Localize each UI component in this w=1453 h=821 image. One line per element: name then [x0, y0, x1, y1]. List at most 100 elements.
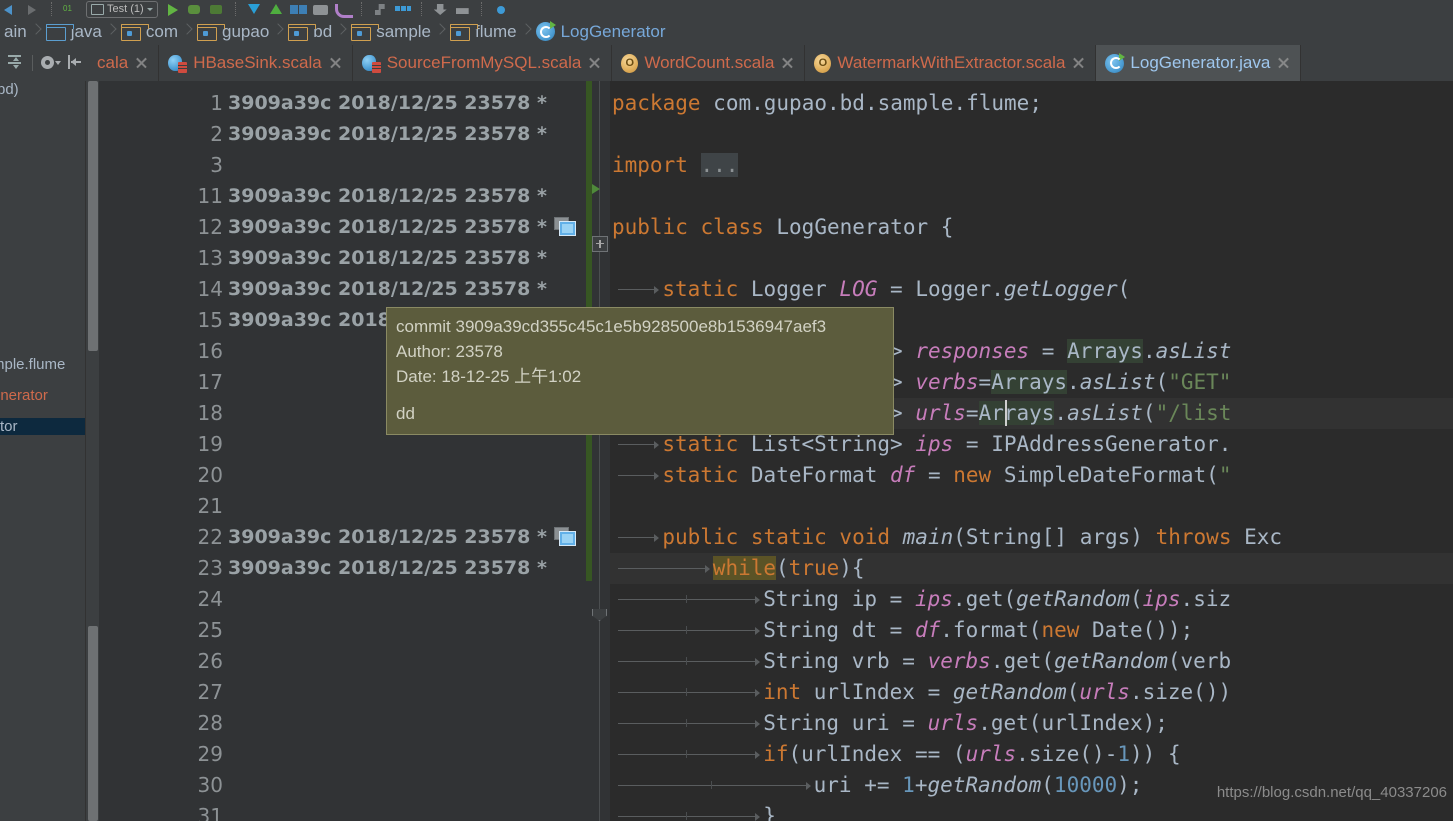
annotation-row[interactable]: 29 — [99, 739, 586, 770]
structure-icon[interactable] — [392, 1, 414, 17]
editor-tab-wordcount[interactable]: WordCount.scala — [612, 45, 806, 81]
code-line[interactable]: static Logger LOG = Logger.getLogger( — [610, 274, 1453, 305]
debug-icon[interactable] — [184, 1, 206, 17]
breadcrumb-item-gupao[interactable]: gupao — [193, 22, 273, 42]
annotation-gutter[interactable]: 1 3909a39c 2018/12/25 23578 * 2 3909a39c 20… — [99, 81, 586, 821]
annotation-row[interactable]: 22 3909a39c 2018/12/25 23578 * — [99, 522, 586, 553]
close-icon[interactable] — [587, 56, 602, 71]
settings-icon[interactable] — [452, 1, 474, 17]
blame-annotation[interactable]: 3909a39c 2018/12/25 23578 * — [228, 181, 547, 212]
project-tool-window[interactable]: -bd) mple.flume enerator tor — [0, 81, 85, 821]
close-icon[interactable] — [328, 56, 343, 71]
annotation-row[interactable]: 2 3909a39c 2018/12/25 23578 * — [99, 119, 586, 150]
annotation-row[interactable]: 30 — [99, 770, 586, 801]
code-line[interactable]: package com.gupao.bd.sample.flume; — [610, 88, 1453, 119]
blame-annotation[interactable]: 3909a39c 2018/12/25 23578 * — [228, 88, 547, 119]
show-diff-icon[interactable] — [554, 217, 576, 236]
blame-annotation[interactable]: 3909a39c 2018/12/25 23578 * — [228, 243, 547, 274]
hide-panel-icon[interactable] — [64, 52, 86, 74]
code-line[interactable]: String dt = df.format(new Date()); — [610, 615, 1453, 646]
code-line[interactable]: import ... — [610, 150, 1453, 181]
annotation-row[interactable]: 12 3909a39c 2018/12/25 23578 * — [99, 212, 586, 243]
annotation-row[interactable]: 26 — [99, 646, 586, 677]
scrollbar-thumb-lower[interactable] — [88, 626, 98, 821]
code-line[interactable]: while(true){ — [610, 553, 1453, 584]
editor-tab-hbasesink[interactable]: HBaseSink.scala — [159, 45, 353, 81]
code-line[interactable]: String ip = ips.get(getRandom(ips.siz — [610, 584, 1453, 615]
editor-tab-sourcefrommysql[interactable]: SourceFromMySQL.scala — [352, 45, 613, 81]
download-icon[interactable] — [430, 1, 452, 17]
code-line[interactable] — [610, 491, 1453, 522]
editor-tab-bar[interactable]: cala HBaseSink.scala SourceFromMySQL.sca… — [0, 45, 1453, 81]
gear-dropdown-icon[interactable] — [39, 52, 61, 74]
code-line[interactable] — [610, 243, 1453, 274]
annotation-row[interactable]: 20 — [99, 460, 586, 491]
code-editor[interactable]: package com.gupao.bd.sample.flume; import… — [610, 81, 1453, 821]
annotation-row[interactable]: 14 3909a39c 2018/12/25 23578 * — [99, 274, 586, 305]
code-line[interactable] — [610, 181, 1453, 212]
code-line[interactable]: String vrb = verbs.get(getRandom(verb — [610, 646, 1453, 677]
annotation-row[interactable]: 25 — [99, 615, 586, 646]
editor-tab-scala-clipped[interactable]: cala — [97, 45, 160, 81]
code-line[interactable]: String uri = urls.get(urlIndex); — [610, 708, 1453, 739]
make-project-icon[interactable]: 01 — [60, 1, 82, 17]
project-item-class[interactable]: enerator — [0, 387, 48, 404]
code-line[interactable]: public static void main(String[] args) t… — [610, 522, 1453, 553]
run-gutter-icon[interactable] — [592, 184, 600, 194]
blame-annotation[interactable]: 3909a39c 2018/12/25 23578 * — [228, 553, 547, 584]
annotation-row[interactable]: 28 — [99, 708, 586, 739]
breadcrumb-item-flume[interactable]: flume — [446, 22, 521, 42]
scrollbar-thumb[interactable] — [88, 81, 98, 351]
annotation-row[interactable]: 24 — [99, 584, 586, 615]
code-line[interactable]: if(urlIndex == (urls.size()-1)) { — [610, 739, 1453, 770]
blame-annotation[interactable]: 3909a39c 2018/12/25 23578 * — [228, 119, 547, 150]
annotation-row[interactable]: 11 3909a39c 2018/12/25 23578 * — [99, 181, 586, 212]
close-icon[interactable] — [780, 56, 795, 71]
editor-tab-watermarkwithextractor[interactable]: WatermarkWithExtractor.scala — [805, 45, 1097, 81]
code-line[interactable]: } — [610, 801, 1453, 821]
close-icon[interactable] — [134, 56, 149, 71]
annotation-row[interactable]: 27 — [99, 677, 586, 708]
annotation-row[interactable]: 3 — [99, 150, 586, 181]
code-line[interactable]: int urlIndex = getRandom(urls.size()) — [610, 677, 1453, 708]
rollback-icon[interactable] — [310, 1, 332, 17]
collapse-all-icon[interactable] — [4, 52, 26, 74]
breadcrumb[interactable]: ain java com gupao bd sample flume LogGe… — [0, 18, 1453, 46]
code-line[interactable] — [610, 119, 1453, 150]
project-panel-scrollbar[interactable] — [85, 81, 100, 821]
breadcrumb-item-bd[interactable]: bd — [284, 22, 336, 42]
breadcrumb-item-java[interactable]: java — [42, 22, 106, 42]
back-arrow-icon[interactable] — [0, 1, 22, 17]
update-project-icon[interactable] — [244, 1, 266, 17]
fold-region-end-icon[interactable] — [592, 609, 607, 621]
main-toolbar[interactable]: 01 Test (1) — [0, 0, 1453, 19]
code-line[interactable]: static DateFormat df = new SimpleDateFor… — [610, 460, 1453, 491]
editor-gutter[interactable] — [586, 81, 610, 821]
blame-annotation[interactable]: 3909a39c 2018/12/25 23578 * — [228, 522, 547, 553]
blame-annotation[interactable]: 3909a39c 2018/12/25 23578 * — [228, 212, 547, 243]
blame-annotation[interactable]: 3909a39c 2018/12/25 23578 * — [228, 274, 547, 305]
run-configuration-selector[interactable]: Test (1) — [86, 0, 158, 18]
annotation-row[interactable]: 13 3909a39c 2018/12/25 23578 * — [99, 243, 586, 274]
commit-icon[interactable] — [266, 1, 288, 17]
expand-imports-fold-icon[interactable] — [592, 236, 608, 252]
compare-with-icon[interactable] — [288, 1, 310, 17]
annotation-row[interactable]: 1 3909a39c 2018/12/25 23578 * — [99, 88, 586, 119]
annotation-row[interactable]: 23 3909a39c 2018/12/25 23578 * — [99, 553, 586, 584]
show-diff-icon[interactable] — [554, 527, 576, 546]
breadcrumb-item-sample[interactable]: sample — [347, 22, 435, 42]
editor-tab-loggenerator[interactable]: LogGenerator.java — [1096, 45, 1302, 81]
breadcrumb-item-com[interactable]: com — [117, 22, 182, 42]
close-icon[interactable] — [1276, 56, 1291, 71]
breadcrumb-item-main[interactable]: ain — [0, 22, 31, 42]
shelve-icon[interactable] — [332, 1, 354, 18]
breadcrumb-item-loggenerator[interactable]: LogGenerator — [532, 21, 670, 42]
coverage-icon[interactable] — [206, 1, 228, 17]
project-item-module[interactable]: -bd) — [0, 81, 19, 98]
run-icon[interactable] — [162, 1, 184, 17]
forward-arrow-icon[interactable] — [22, 1, 44, 17]
close-icon[interactable] — [1071, 56, 1086, 71]
annotation-row[interactable]: 31 — [99, 801, 586, 821]
project-item-package[interactable]: mple.flume — [0, 356, 65, 373]
annotation-row[interactable]: 21 — [99, 491, 586, 522]
